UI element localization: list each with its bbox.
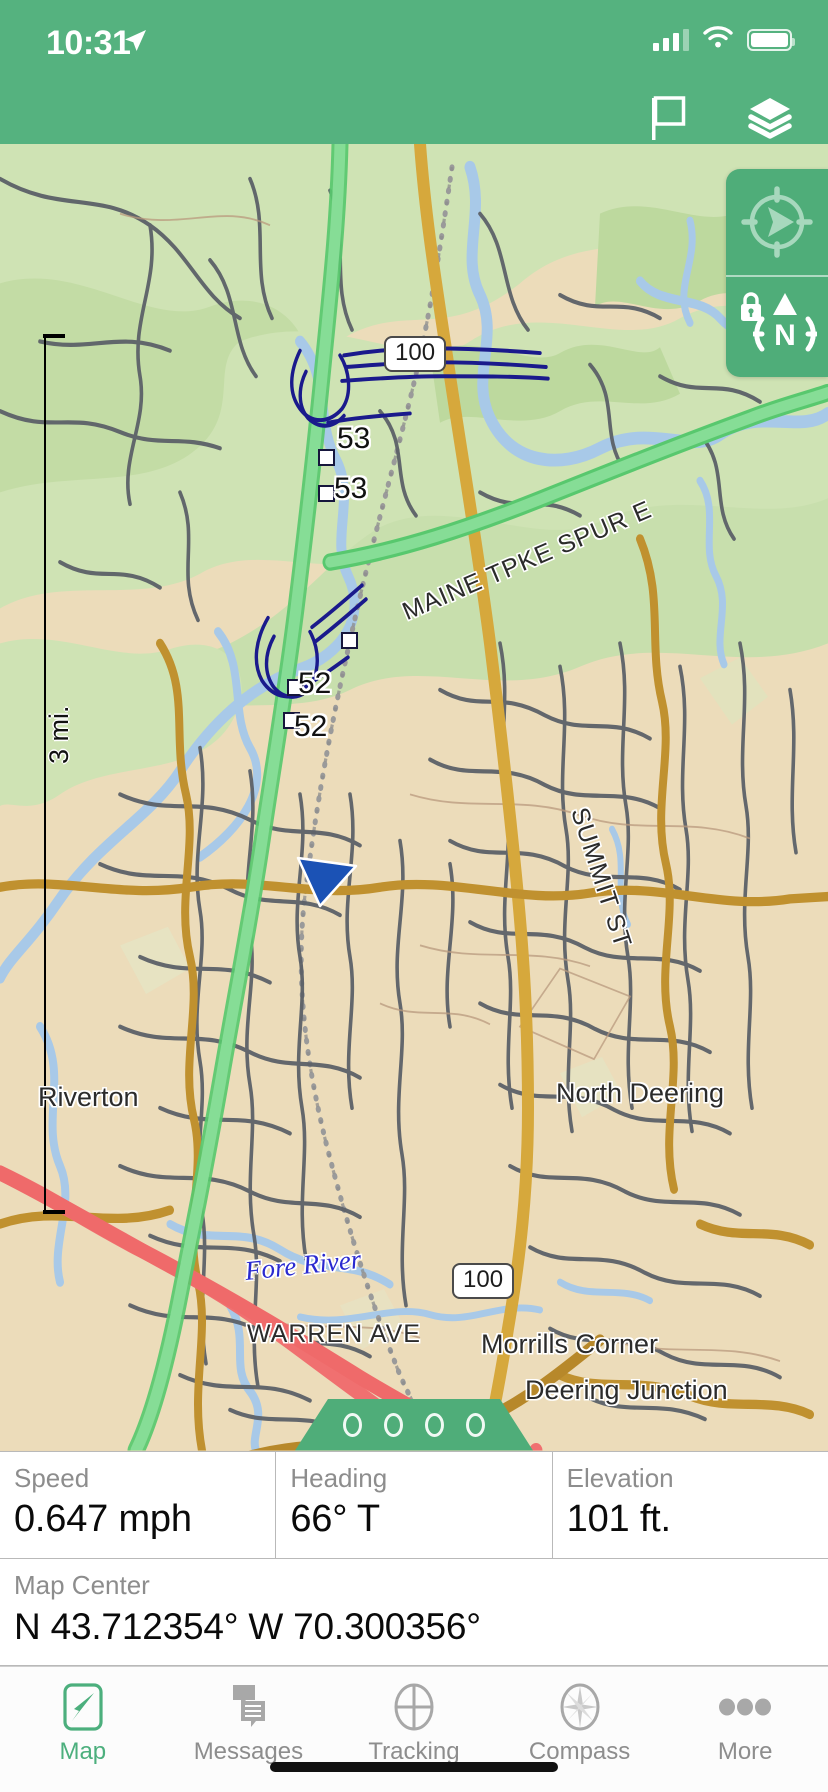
exit-label-52b: 52 (294, 710, 328, 743)
tab-label-more: More (717, 1738, 773, 1765)
page-dot[interactable] (466, 1412, 485, 1437)
elevation-label: Elevation (566, 1462, 674, 1493)
tab-messages[interactable]: Messages (166, 1681, 332, 1766)
page-dot[interactable] (384, 1412, 403, 1437)
map-arrow-icon (63, 1681, 103, 1733)
top-nav-bar (0, 92, 828, 144)
exit-label-52a: 52 (298, 667, 332, 700)
compass-icon (557, 1681, 603, 1733)
map-center-label: Map Center (14, 1570, 150, 1601)
recenter-map-button[interactable] (726, 169, 828, 275)
ellipsis-icon (718, 1681, 772, 1733)
home-indicator[interactable] (270, 1762, 558, 1772)
compass-locate-icon (741, 186, 813, 258)
tab-more[interactable]: More (662, 1681, 828, 1766)
gps-compass-widget[interactable]: N (726, 169, 828, 377)
page-dot[interactable] (425, 1412, 444, 1437)
elevation-value: 101 ft. (566, 1498, 671, 1541)
telemetry-cell-elevation[interactable]: Elevation 101 ft. (553, 1452, 828, 1559)
telemetry-row-primary: Speed 0.647 mph Heading 66° T Elevation … (0, 1451, 828, 1560)
telemetry-panel: Speed 0.647 mph Heading 66° T Elevation … (0, 1450, 828, 1666)
tab-label-map: Map (59, 1738, 107, 1765)
status-bar-indicators (653, 26, 795, 53)
tab-compass[interactable]: Compass (497, 1681, 663, 1766)
telemetry-cell-speed[interactable]: Speed 0.647 mph (0, 1451, 277, 1559)
route-shield-100-south: 100 (452, 1263, 515, 1299)
tracking-icon (391, 1681, 437, 1733)
app-root: 10:31 3 mi. 100 100 53 53 52 52 MAINE TP… (0, 0, 828, 1792)
exit-marker-box (318, 485, 335, 502)
map-page-indicator[interactable] (295, 1398, 533, 1451)
waypoint-flag-button[interactable] (642, 95, 694, 141)
map-orientation-button[interactable]: N (726, 277, 828, 377)
svg-text:N: N (774, 319, 796, 352)
heading-label: Heading (290, 1462, 388, 1493)
exit-marker-box (318, 449, 335, 466)
tab-map[interactable]: Map (0, 1681, 166, 1766)
location-arrow-icon (122, 28, 148, 59)
map-scale-label: 3 mi. (44, 705, 74, 764)
telemetry-cell-map-center[interactable]: Map Center N 43.712354° W 70.300356° (0, 1559, 828, 1665)
wifi-icon (703, 26, 733, 53)
heading-value: 66° T (290, 1498, 380, 1541)
position-arrow-icon (296, 856, 358, 913)
status-bar-time: 10:31 (46, 24, 131, 62)
map-canvas[interactable]: 3 mi. 100 100 53 53 52 52 MAINE TPKE SPU… (0, 144, 828, 1451)
status-bar: 10:31 (0, 0, 828, 92)
bottom-tab-bar: Map Messages Tracking Compass More (0, 1666, 828, 1792)
map-scale-bar (43, 334, 65, 1214)
signal-bars-icon (653, 28, 689, 51)
tab-tracking[interactable]: Tracking (331, 1681, 497, 1766)
battery-full-icon (747, 28, 795, 51)
exit-marker-box (341, 632, 358, 649)
north-arrow-icon: N (751, 287, 819, 366)
telemetry-row-map-center: Map Center N 43.712354° W 70.300356° (0, 1559, 828, 1666)
exit-label-53b: 53 (334, 472, 368, 505)
route-shield-100-north: 100 (384, 336, 447, 372)
map-center-value: N 43.712354° W 70.300356° (14, 1605, 481, 1647)
speed-label: Speed (14, 1462, 90, 1493)
messages-icon (225, 1681, 271, 1733)
exit-label-53a: 53 (337, 422, 371, 455)
page-dot[interactable] (343, 1412, 362, 1437)
telemetry-cell-heading[interactable]: Heading 66° T (276, 1451, 553, 1559)
map-layers-button[interactable] (744, 95, 796, 141)
speed-value: 0.647 mph (14, 1498, 192, 1541)
